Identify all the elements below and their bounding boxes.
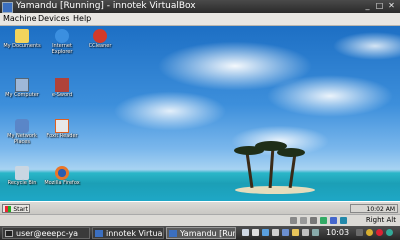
island	[235, 186, 315, 194]
start-button[interactable]: Start	[2, 204, 30, 213]
windows-logo-icon	[5, 206, 11, 212]
desktop-icon-internet-explorer[interactable]: Internet Explorer	[42, 29, 82, 55]
taskbar-item-terminal[interactable]: user@eeepc-ya	[2, 227, 90, 239]
host-key-label: Right Alt	[365, 216, 396, 224]
guest-taskbar: Start 10:02 AM	[0, 201, 400, 215]
menu-machine[interactable]: Machine	[3, 13, 37, 25]
taskbar-item-yamandu[interactable]: Yamandu [Run	[166, 227, 236, 239]
network-icon[interactable]	[262, 229, 269, 236]
virtualbox-icon	[2, 2, 13, 13]
hard-disk-icon	[290, 217, 297, 224]
desktop-icon-e-sword[interactable]: e-Sword	[42, 78, 82, 98]
host-key-icon	[340, 217, 347, 224]
virtualbox-icon	[95, 230, 103, 237]
shutdown-icon[interactable]	[376, 229, 383, 236]
wifi-icon[interactable]	[252, 229, 259, 236]
desktop-icon-my-computer[interactable]: My Computer	[2, 78, 42, 98]
folder-icon	[15, 29, 29, 43]
host-panel: user@eeepc-ya innotek VirtualBo Yamandu …	[0, 226, 400, 240]
close-icon[interactable]: ✕	[387, 2, 396, 10]
desktop-icon-my-network-places[interactable]: My Network Places	[2, 119, 42, 145]
desktop-icon-my-documents[interactable]: My Documents	[2, 29, 42, 49]
vbox-status-bar: Right Alt	[0, 214, 400, 226]
usb-icon	[320, 217, 327, 224]
ccleaner-icon	[93, 29, 107, 43]
host-clock: 10:03	[326, 228, 350, 237]
volume-icon[interactable]	[242, 229, 249, 236]
firefox-icon	[55, 166, 69, 180]
cdrom-icon	[300, 217, 307, 224]
maximize-icon[interactable]: □	[375, 2, 384, 10]
language-icon[interactable]	[302, 229, 309, 236]
guest-clock: 10:02 AM	[366, 206, 395, 213]
recycle-bin-icon	[15, 166, 29, 180]
menu-devices[interactable]: Devices	[38, 13, 70, 25]
mouse-integration-icon	[330, 217, 337, 224]
bluetooth-icon[interactable]	[312, 229, 319, 236]
taskbar-item-virtualbox[interactable]: innotek VirtualBo	[92, 227, 164, 239]
updates-icon[interactable]	[386, 229, 393, 236]
window-title: Yamandu [Running] - innotek VirtualBox	[16, 1, 196, 11]
network-icon	[15, 119, 29, 133]
computer-icon	[15, 78, 29, 92]
guest-desktop[interactable]: My Documents Internet Explorer CCleaner …	[0, 26, 400, 201]
desktop-icon-ccleaner[interactable]: CCleaner	[80, 29, 120, 49]
desktop-icon-mozilla-firefox[interactable]: Mozilla Firefox	[42, 166, 82, 186]
esword-icon	[55, 78, 69, 92]
foxit-icon	[55, 119, 69, 133]
battery-icon[interactable]	[282, 229, 289, 236]
system-tray: 10:02 AM	[350, 204, 398, 213]
weather-icon[interactable]	[366, 229, 373, 236]
window-titlebar[interactable]: Yamandu [Running] - innotek VirtualBox _…	[0, 0, 400, 13]
desktop-icon-recycle-bin[interactable]: Recycle Bin	[2, 166, 42, 186]
virtualbox-icon	[169, 230, 177, 237]
desktop-icon[interactable]	[356, 229, 363, 236]
ie-icon	[55, 29, 69, 43]
notes-icon[interactable]	[292, 229, 299, 236]
keyboard-icon[interactable]	[272, 229, 279, 236]
desktop-icon-foxit-reader[interactable]: Foxit Reader	[42, 119, 82, 139]
menu-bar: Machine Devices Help	[0, 13, 400, 26]
network-status-icon	[310, 217, 317, 224]
menu-help[interactable]: Help	[73, 13, 91, 25]
minimize-icon[interactable]: _	[363, 2, 372, 10]
terminal-icon	[5, 230, 13, 237]
